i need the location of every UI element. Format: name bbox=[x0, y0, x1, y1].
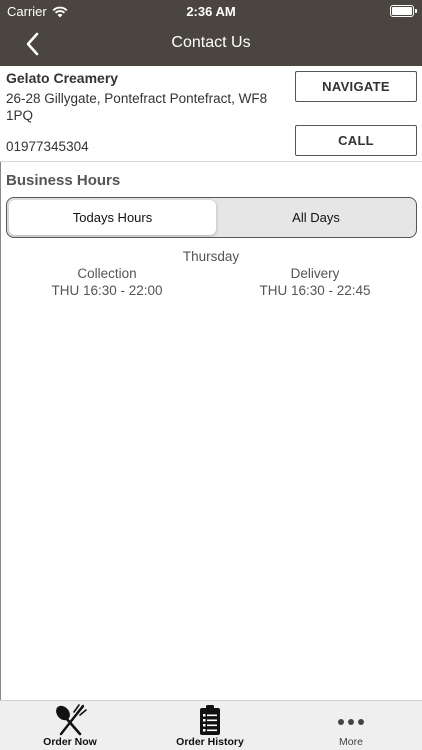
collection-hours: Collection THU 16:30 - 22:00 bbox=[7, 265, 207, 299]
day-name: Thursday bbox=[182, 249, 240, 264]
status-bar: Carrier 2:36 AM bbox=[0, 0, 422, 22]
page-title: Contact Us bbox=[171, 34, 251, 51]
clipboard-list-icon bbox=[200, 705, 220, 735]
tab-more-label: More bbox=[339, 736, 363, 748]
tab-all-days[interactable]: All Days bbox=[218, 200, 414, 235]
shop-phone: 01977345304 bbox=[6, 139, 89, 154]
shop-name: Gelato Creamery bbox=[6, 70, 119, 86]
navigate-button[interactable]: NAVIGATE bbox=[295, 71, 417, 102]
status-time: 2:36 AM bbox=[186, 4, 236, 19]
more-dots-icon bbox=[338, 719, 364, 725]
tab-order-history[interactable]: Order History bbox=[140, 701, 280, 750]
delivery-label: Delivery bbox=[290, 266, 340, 281]
collection-time: THU 16:30 - 22:00 bbox=[51, 283, 163, 298]
navigation-bar: Contact Us bbox=[0, 22, 422, 66]
shop-info: Gelato Creamery 26-28 Gillygate, Pontefr… bbox=[0, 66, 422, 162]
tab-bar: Order Now Order History More bbox=[0, 700, 422, 750]
battery-icon bbox=[390, 5, 417, 17]
tab-order-history-label: Order History bbox=[176, 736, 244, 748]
delivery-time: THU 16:30 - 22:45 bbox=[259, 283, 371, 298]
tab-todays-hours[interactable]: Todays Hours bbox=[9, 200, 216, 235]
delivery-hours: Delivery THU 16:30 - 22:45 bbox=[215, 265, 415, 299]
hours-segmented-control: Todays Hours All Days bbox=[6, 197, 417, 238]
fork-knife-icon bbox=[56, 704, 87, 736]
tab-order-now-label: Order Now bbox=[43, 736, 97, 748]
left-divider bbox=[0, 162, 1, 700]
call-button[interactable]: CALL bbox=[295, 125, 417, 156]
business-hours-title: Business Hours bbox=[6, 172, 121, 189]
tab-more[interactable]: More bbox=[281, 701, 421, 750]
shop-address: 26-28 Gillygate, Pontefract Pontefract, … bbox=[6, 91, 268, 123]
tab-order-now[interactable]: Order Now bbox=[0, 701, 140, 750]
collection-label: Collection bbox=[77, 266, 137, 281]
